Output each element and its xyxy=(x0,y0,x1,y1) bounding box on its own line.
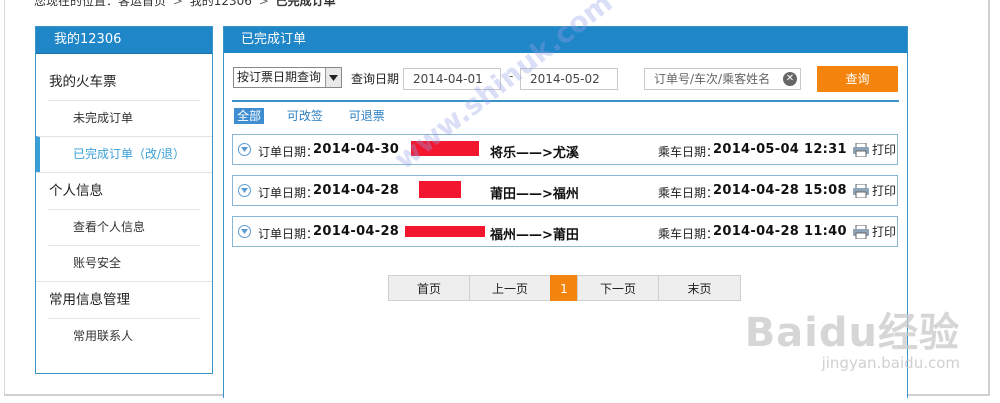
query-mode-value: 按订票日期查询 xyxy=(237,70,322,84)
print-button[interactable]: 打印 xyxy=(853,223,896,240)
order-date: 2014-04-28 xyxy=(313,224,400,239)
order-row[interactable]: 订单日期： 2014-04-30 将乐——>尤溪 乘车日期： 2014-05-0… xyxy=(232,134,898,165)
breadcrumb-separator: > xyxy=(172,0,183,8)
expand-chevron-icon[interactable] xyxy=(238,225,251,238)
clear-icon[interactable]: ✕ xyxy=(783,72,797,86)
date-range-separator: - xyxy=(509,69,514,83)
order-date-label: 订单日期： xyxy=(258,186,319,200)
filter-all[interactable]: 全部 xyxy=(234,108,265,124)
order-row[interactable]: 订单日期： 2014-04-28 莆田——>福州 乘车日期： 2014-04-2… xyxy=(232,175,898,206)
pager-prev[interactable]: 上一页 xyxy=(469,275,551,301)
filter-changeable[interactable]: 可改签 xyxy=(287,108,323,124)
filter-tabs: 全部 可改签 可退票 xyxy=(234,108,407,126)
chevron-down-icon[interactable] xyxy=(325,68,341,87)
start-date-input[interactable]: 2014-04-01 xyxy=(403,68,501,90)
depart-date-label: 乘车日期： xyxy=(658,145,719,159)
printer-icon xyxy=(853,183,869,198)
sidebar-title: 我的12306 xyxy=(36,27,212,54)
redaction-mark xyxy=(405,226,485,237)
page-title: 已完成订单 xyxy=(224,27,907,53)
pager-next[interactable]: 下一页 xyxy=(577,275,659,301)
breadcrumb-item-my12306[interactable]: 我的12306 xyxy=(190,0,252,8)
breadcrumb-item-current: 已完成订单 xyxy=(275,0,336,8)
sidebar-item-contacts[interactable]: 常用联系人 xyxy=(48,318,200,354)
depart-time: 2014-05-04 12:31 xyxy=(713,142,847,157)
sidebar: 我的12306 我的火车票 未完成订单 已完成订单（改/退） 个人信息 查看个人… xyxy=(35,26,213,374)
expand-chevron-icon[interactable] xyxy=(238,184,251,197)
order-date-label: 订单日期： xyxy=(258,145,319,159)
redaction-mark xyxy=(411,141,479,156)
print-button[interactable]: 打印 xyxy=(853,182,896,199)
depart-date-label: 乘车日期： xyxy=(658,227,719,241)
breadcrumb-separator: > xyxy=(258,0,269,8)
order-route: 将乐——>尤溪 xyxy=(490,146,579,161)
sidebar-group-personal-info: 个人信息 xyxy=(36,172,212,209)
search-bar: 按订票日期查询 查询日期 2014-04-01 - 2014-05-02 订单号… xyxy=(233,66,903,92)
breadcrumb-item-home[interactable]: 您现在的位置：客运首页 xyxy=(34,0,166,8)
sidebar-group-common-info: 常用信息管理 xyxy=(36,281,212,318)
order-route: 莆田——>福州 xyxy=(490,187,579,202)
sidebar-item-account-security[interactable]: 账号安全 xyxy=(48,245,200,281)
order-date: 2014-04-28 xyxy=(313,183,400,198)
printer-icon xyxy=(853,224,869,239)
breadcrumb: 您现在的位置：客运首页 > 我的12306 > 已完成订单 xyxy=(34,0,336,10)
print-button[interactable]: 打印 xyxy=(853,141,896,158)
pager-last[interactable]: 末页 xyxy=(658,275,741,301)
redaction-mark xyxy=(419,181,461,198)
print-label: 打印 xyxy=(872,184,897,198)
printer-icon xyxy=(853,142,869,157)
pagination: 首页 上一页 1 下一页 末页 xyxy=(388,275,741,301)
keyword-search-input[interactable]: 订单号/车次/乘客姓名 ✕ xyxy=(644,68,801,90)
query-button[interactable]: 查询 xyxy=(817,66,898,92)
sidebar-item-view-personal-info[interactable]: 查看个人信息 xyxy=(48,209,200,245)
sidebar-item-unfinished-orders[interactable]: 未完成订单 xyxy=(48,100,200,136)
main-panel: 已完成订单 按订票日期查询 查询日期 2014-04-01 - 2014-05-… xyxy=(223,26,908,398)
order-date: 2014-04-30 xyxy=(313,142,400,157)
print-label: 打印 xyxy=(872,225,897,239)
order-date-label: 订单日期： xyxy=(258,227,319,241)
divider xyxy=(232,100,899,102)
query-mode-select[interactable]: 按订票日期查询 xyxy=(233,67,342,88)
query-date-label: 查询日期 xyxy=(351,72,400,86)
pager-current-page[interactable]: 1 xyxy=(550,275,578,301)
expand-chevron-icon[interactable] xyxy=(238,143,251,156)
depart-time: 2014-04-28 11:40 xyxy=(713,224,847,239)
end-date-input[interactable]: 2014-05-02 xyxy=(520,68,618,90)
order-row[interactable]: 订单日期： 2014-04-28 福州——>莆田 乘车日期： 2014-04-2… xyxy=(232,216,898,247)
sidebar-item-completed-orders[interactable]: 已完成订单（改/退） xyxy=(36,136,212,172)
keyword-placeholder: 订单号/车次/乘客姓名 xyxy=(654,72,771,86)
pager-first[interactable]: 首页 xyxy=(388,275,470,301)
print-label: 打印 xyxy=(872,143,897,157)
order-route: 福州——>莆田 xyxy=(490,228,579,243)
filter-refundable[interactable]: 可退票 xyxy=(349,108,385,124)
sidebar-group-my-tickets: 我的火车票 xyxy=(49,74,117,90)
depart-time: 2014-04-28 15:08 xyxy=(713,183,847,198)
depart-date-label: 乘车日期： xyxy=(658,186,719,200)
